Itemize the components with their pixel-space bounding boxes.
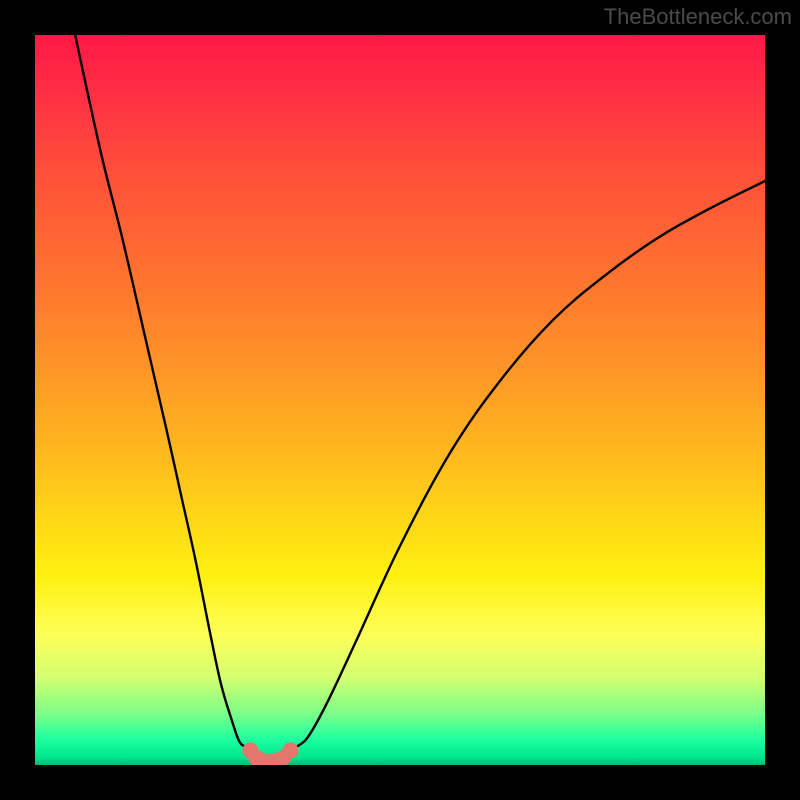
plot-area — [35, 35, 765, 765]
curve-left-branch — [75, 35, 250, 750]
watermark-text: TheBottleneck.com — [604, 4, 792, 30]
chart-frame: TheBottleneck.com — [0, 0, 800, 800]
arc-dot — [283, 742, 299, 758]
arc-dots — [242, 742, 298, 765]
chart-svg — [35, 35, 765, 765]
curve-right-branch — [291, 181, 766, 750]
